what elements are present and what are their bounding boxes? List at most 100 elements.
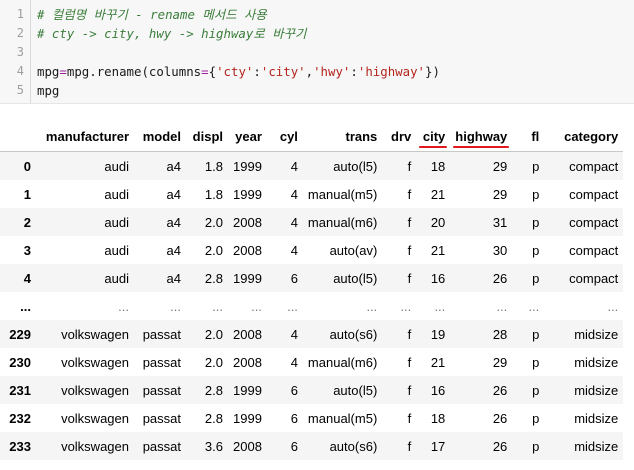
cell-manufacturer: audi (104, 158, 129, 174)
cell-displ: 1.8 (204, 158, 223, 174)
red-underline-annotation (453, 146, 510, 148)
cell-model: a4 (166, 186, 181, 202)
line-number: 4 (16, 64, 24, 78)
cell-highway: 29 (492, 354, 508, 370)
cell-year: 1999 (233, 158, 262, 174)
cell-highway: 26 (492, 382, 508, 398)
code-token: , (305, 64, 314, 79)
table-row: 231 volkswagen passat 2.8 1999 6 auto(l5) f 16 26… (0, 376, 624, 404)
cell-fl: p (532, 354, 540, 370)
column-header-fl: fl (512, 122, 545, 152)
cell-cyl: 4 (290, 214, 298, 230)
cell-manufacturer: audi (104, 242, 129, 258)
cell-trans: auto(s6) (329, 326, 378, 342)
column-header-trans: trans (302, 122, 383, 152)
cell-displ: 3.6 (204, 438, 223, 454)
cell-highway: 30 (492, 242, 508, 258)
cell-city: 18 (430, 158, 446, 174)
code-line[interactable]: 5 mpg (0, 81, 634, 100)
cell-displ: ... (212, 298, 223, 314)
row-index: 0 (23, 158, 31, 174)
red-underline-annotation (419, 146, 448, 148)
cell-model: passat (142, 326, 181, 342)
cell-drv: f (407, 270, 412, 286)
cell-category: ... (607, 298, 619, 314)
cell-manufacturer: ... (118, 298, 129, 314)
code-comment: # cty -> city, hwy -> highway로 바꾸기 (37, 26, 307, 41)
cell-category: midsize (574, 354, 619, 370)
code-text: # cty -> city, hwy -> highway로 바꾸기 (37, 24, 306, 43)
code-text: # 컬럼명 바꾸기 - rename 메서드 사용 (37, 5, 267, 24)
table-row: 232 volkswagen passat 2.8 1999 6 manual(m5) f 18… (0, 404, 624, 432)
code-token: mpg (37, 83, 60, 98)
table-row: 1 audi a4 1.8 1999 4 manual(m5) f 21 29 p compact (0, 180, 624, 208)
index-header (0, 122, 36, 152)
column-header-label: model (142, 129, 181, 144)
cell-manufacturer: volkswagen (61, 410, 129, 426)
cell-fl: p (532, 158, 540, 174)
cell-cyl: 4 (290, 158, 298, 174)
cell-trans: ... (366, 298, 378, 314)
cell-trans: auto(l5) (333, 270, 378, 286)
cell-model: passat (142, 354, 181, 370)
code-token: : (350, 64, 358, 79)
cell-highway: 26 (492, 410, 508, 426)
column-header-model: model (134, 122, 186, 152)
cell-year: 1999 (233, 410, 262, 426)
cell-trans: manual(m5) (307, 410, 378, 426)
cell-drv: ... (400, 298, 412, 314)
code-line[interactable]: 2 # cty -> city, hwy -> highway로 바꾸기 (0, 24, 634, 43)
column-header-label: cyl (279, 129, 298, 144)
row-index: 229 (9, 326, 31, 342)
line-number: 5 (16, 83, 24, 97)
code-text: mpg (37, 81, 59, 100)
cell-cyl: 4 (290, 242, 298, 258)
cell-highway: 29 (492, 186, 508, 202)
cell-highway: 28 (492, 326, 508, 342)
cell-drv: f (407, 326, 412, 342)
column-header-highway: highway (450, 122, 513, 152)
cell-category: compact (569, 158, 619, 174)
code-text: mpg=mpg.rename(columns={'cty':'city','hw… (37, 62, 440, 81)
cell-city: ... (434, 298, 446, 314)
dataframe-output: manufacturer model displ year cyl trans drv cit… (0, 122, 624, 460)
column-header-cyl: cyl (266, 122, 303, 152)
cell-manufacturer: audi (104, 214, 129, 230)
cell-trans: auto(l5) (333, 382, 378, 398)
code-line[interactable]: 3 (0, 43, 634, 62)
row-index: 233 (9, 438, 31, 454)
cell-category: compact (569, 270, 619, 286)
cell-drv: f (407, 214, 412, 230)
cell-year: 1999 (233, 382, 262, 398)
table-header-row: manufacturer model displ year cyl trans drv cit… (0, 122, 624, 152)
column-header-label: drv (391, 129, 412, 144)
table-body: 0 audi a4 1.8 1999 4 auto(l5) f 18 29 p compact 1 aud… (0, 151, 624, 460)
cell-fl: p (532, 242, 540, 258)
column-header-category: category (544, 122, 624, 152)
code-comment: # 컬럼명 바꾸기 - rename 메서드 사용 (37, 7, 267, 22)
cell-drv: f (407, 354, 412, 370)
cell-manufacturer: volkswagen (61, 438, 129, 454)
cell-cyl: 4 (290, 354, 298, 370)
cell-cyl: 6 (290, 410, 298, 426)
cell-highway: 26 (492, 270, 508, 286)
cell-trans: manual(m6) (307, 214, 378, 230)
cell-category: midsize (574, 382, 619, 398)
cell-category: midsize (574, 410, 619, 426)
cell-model: passat (142, 410, 181, 426)
code-string: 'city' (260, 64, 306, 79)
table-row: 4 audi a4 2.8 1999 6 auto(l5) f 16 26 p compact (0, 264, 624, 292)
column-header-label: manufacturer (45, 129, 129, 144)
code-line[interactable]: 4 mpg=mpg.rename(columns={'cty':'city','h… (0, 62, 634, 81)
code-cell[interactable]: 1 # 컬럼명 바꾸기 - rename 메서드 사용 2 # cty -> city… (0, 0, 634, 104)
cell-fl: p (532, 186, 540, 202)
cell-drv: f (407, 410, 412, 426)
cell-model: a4 (166, 242, 181, 258)
row-index: 231 (9, 382, 31, 398)
column-header-manufacturer: manufacturer (36, 122, 134, 152)
code-token: { (208, 64, 217, 79)
code-line[interactable]: 1 # 컬럼명 바꾸기 - rename 메서드 사용 (0, 5, 634, 24)
table-row: 229 volkswagen passat 2.0 2008 4 auto(s6) f 19 28… (0, 320, 624, 348)
cell-drv: f (407, 242, 412, 258)
cell-city: 18 (430, 410, 446, 426)
